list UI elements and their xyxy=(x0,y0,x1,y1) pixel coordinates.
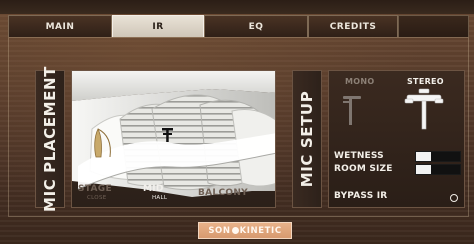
plugin-window: MAIN IR EQ CREDITS MIC PLACEMENT STAGE C… xyxy=(0,0,474,244)
stereo-mic-icon[interactable] xyxy=(401,87,447,133)
brand-text-right: KINETIC xyxy=(239,225,282,236)
tab-ir[interactable]: IR xyxy=(112,15,204,37)
tab-bar-filler xyxy=(398,15,469,37)
mode-stereo-label[interactable]: STEREO xyxy=(407,77,444,86)
bypass-ir-toggle[interactable] xyxy=(450,194,458,202)
top-strip xyxy=(0,0,474,14)
room-size-label: ROOM SIZE xyxy=(334,164,393,174)
mode-mono-label[interactable]: MONO xyxy=(345,77,374,86)
sonokinetic-logo: SON KINETIC xyxy=(198,222,292,239)
mono-mic-icon[interactable] xyxy=(339,91,379,131)
room-size-slider-fill xyxy=(416,165,432,174)
wetness-slider-fill xyxy=(416,152,432,161)
bypass-ir-label: BYPASS IR xyxy=(334,191,388,201)
brand-text-left: SON xyxy=(208,225,231,236)
mic-placement-label-panel: MIC PLACEMENT xyxy=(35,66,65,212)
wetness-slider[interactable] xyxy=(415,151,461,162)
tab-eq[interactable]: EQ xyxy=(204,15,308,37)
position-mid-label[interactable]: MID xyxy=(143,184,164,194)
room-size-slider[interactable] xyxy=(415,164,461,175)
position-stage-sublabel: CLOSE xyxy=(87,195,107,201)
tab-main[interactable]: MAIN xyxy=(8,15,112,37)
position-mid-sublabel: HALL xyxy=(152,195,168,201)
tab-bar: MAIN IR EQ CREDITS xyxy=(8,15,469,37)
tab-credits[interactable]: CREDITS xyxy=(308,15,398,37)
mic-setup-title: MIC SETUP xyxy=(298,90,316,188)
wetness-label: WETNESS xyxy=(334,151,384,161)
mic-placement-panel: STAGE CLOSE MID HALL BALCONY xyxy=(71,70,276,208)
position-stage-label[interactable]: STAGE xyxy=(78,184,112,194)
position-balcony-label[interactable]: BALCONY xyxy=(198,188,248,198)
mic-placement-title: MIC PLACEMENT xyxy=(41,66,59,212)
brand-o-dot-icon xyxy=(231,227,239,234)
mic-setup-label-panel: MIC SETUP xyxy=(292,70,322,208)
mic-setup-panel: MONO STEREO WETNESS ROOM SIZE BYPASS IR xyxy=(328,70,465,208)
